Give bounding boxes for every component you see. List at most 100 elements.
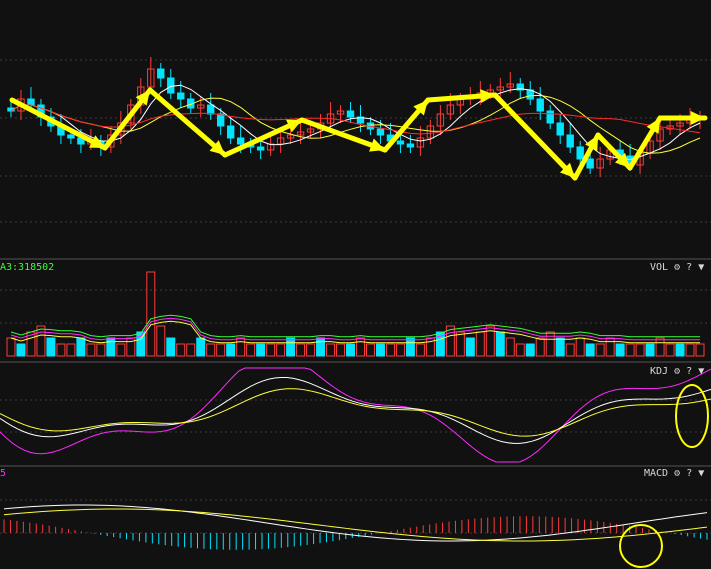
volume-bar [375, 343, 385, 357]
candlestick [396, 140, 405, 145]
macd-readout: 5 [0, 468, 7, 479]
volume-bar [635, 343, 645, 357]
volume-bar [276, 343, 286, 357]
volume-bar [56, 343, 66, 357]
volume-bar [36, 325, 46, 357]
volume-bar [216, 343, 226, 357]
candlestick [67, 134, 75, 139]
volume-bar [226, 343, 236, 357]
volume-bar [266, 343, 276, 357]
vol-ma-line-green [10, 314, 701, 338]
volume-bar [336, 343, 346, 357]
volume-bar [565, 343, 575, 357]
vol-label: VOL [650, 262, 669, 273]
volume-bar [176, 343, 186, 357]
candlestick [566, 134, 574, 148]
macd-dif-line [3, 504, 708, 542]
gear-icon[interactable]: ⚙ [674, 468, 680, 479]
volume-bar [475, 331, 485, 357]
kdj-highlight-ellipse [675, 384, 709, 448]
volume-bar [76, 337, 86, 357]
volume-bar [96, 343, 106, 357]
volume-bar [66, 343, 76, 357]
candlestick [216, 113, 225, 127]
volume-bar [316, 337, 326, 357]
arrowhead [690, 111, 705, 125]
volume-bar [405, 337, 415, 357]
stock-chart-window: A3:318502 VOL ⚙ ? ▼ KDJ ⚙ ? ▼ 5 MACD ⚙ ?… [0, 0, 711, 569]
chevron-down-icon[interactable]: ▼ [698, 468, 704, 479]
volume-bar [555, 337, 565, 357]
gear-icon[interactable]: ⚙ [674, 262, 680, 273]
volume-bar [236, 337, 246, 357]
volume-bar [595, 343, 605, 357]
volume-bar [16, 343, 26, 357]
volume-bar [505, 337, 515, 357]
candlestick [27, 98, 35, 106]
volume-bar [665, 343, 675, 357]
macd-highlight-circle [619, 524, 663, 568]
volume-bar [6, 337, 16, 357]
volume-bar [685, 343, 695, 357]
volume-bar [286, 337, 296, 357]
volume-bar [196, 337, 206, 357]
candlestick [536, 98, 544, 112]
volume-bar [106, 337, 116, 357]
volume-bar [186, 343, 196, 357]
help-icon[interactable]: ? [686, 468, 692, 479]
volume-bar [326, 343, 336, 357]
volume-bar [575, 337, 585, 357]
volume-bar [605, 337, 615, 357]
volume-bar [395, 343, 405, 357]
volume-bar [385, 343, 395, 357]
candlestick [346, 110, 355, 118]
candlestick [376, 128, 385, 136]
candlestick [157, 68, 165, 79]
volume-bar [675, 343, 685, 357]
volume-bar [455, 331, 465, 357]
volume-bar [116, 343, 126, 357]
chevron-down-icon[interactable]: ▼ [698, 366, 704, 377]
volume-bar [695, 343, 705, 357]
volume-bar [525, 343, 535, 357]
volume-bar [615, 343, 625, 357]
volume-bar [495, 331, 505, 357]
volume-bar [365, 343, 375, 357]
volume-bar [625, 343, 635, 357]
volume-bar [146, 271, 156, 357]
candlestick [256, 146, 265, 151]
vol-indicator-tag[interactable]: VOL ⚙ ? ▼ [650, 262, 704, 273]
volume-bar [86, 343, 96, 357]
kdj-j-line [0, 367, 711, 463]
chevron-down-icon[interactable]: ▼ [698, 262, 704, 273]
volume-bar [535, 337, 545, 357]
help-icon[interactable]: ? [686, 262, 692, 273]
kdj-label: KDJ [650, 366, 669, 377]
candlestick [586, 158, 594, 169]
trend-arrow [492, 92, 578, 181]
volume-bar [296, 343, 306, 357]
candlestick [177, 92, 185, 100]
help-icon[interactable]: ? [686, 366, 692, 377]
volume-bar [256, 343, 266, 357]
volume-bar [655, 337, 665, 357]
kdj-indicator-tag[interactable]: KDJ ⚙ ? ▼ [650, 366, 704, 377]
gear-icon[interactable]: ⚙ [674, 366, 680, 377]
volume-bar [465, 337, 475, 357]
candlestick [406, 143, 415, 148]
vol-readout: A3:318502 [0, 262, 55, 273]
volume-bar [206, 343, 216, 357]
volume-bar [346, 343, 355, 357]
volume-bar [46, 337, 56, 357]
macd-label: MACD [644, 468, 669, 479]
macd-dea-line [3, 508, 708, 542]
candlestick [226, 125, 235, 139]
stock-chart-canvas [0, 57, 711, 568]
volume-bar [356, 337, 365, 357]
volume-bar [545, 331, 555, 357]
volume-bar [415, 343, 425, 357]
volume-bar [156, 325, 166, 357]
macd-indicator-tag[interactable]: MACD ⚙ ? ▼ [644, 468, 704, 479]
volume-bar [585, 343, 595, 357]
volume-bar [306, 343, 316, 357]
